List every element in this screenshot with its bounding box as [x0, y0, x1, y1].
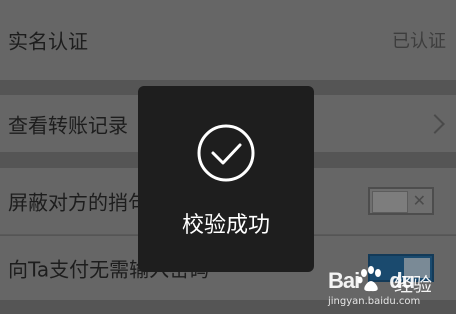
chevron-right-icon: [425, 113, 445, 134]
x-mark-icon: ✕: [412, 191, 426, 210]
verified-status: 已认证: [392, 31, 446, 52]
baidu-logo-left: Bai: [328, 268, 360, 293]
block-messages-toggle[interactable]: ✕: [368, 187, 434, 215]
transfer-records-label: 查看转账记录: [8, 113, 128, 137]
realname-verification-label: 实名认证: [8, 29, 88, 54]
jingyan-label: 经验: [394, 274, 433, 296]
toast-message: 校验成功: [181, 213, 270, 238]
baidu-paw-icon: [357, 266, 381, 292]
realname-verification-row[interactable]: 实名认证 已认证: [0, 0, 456, 80]
baidu-jingyan-watermark: Bai du 经验 jingyan.baidu.com: [328, 266, 446, 308]
watermark-url: jingyan.baidu.com: [328, 296, 421, 307]
checkmark-circle-icon: [197, 124, 255, 182]
screen: 实名认证 已认证 查看转账记录 屏蔽对方的捎句话消息 ✕ 向Ta支付无需输入密码…: [0, 0, 456, 314]
success-toast: 校验成功: [138, 86, 314, 272]
toggle-knob: [372, 191, 408, 213]
